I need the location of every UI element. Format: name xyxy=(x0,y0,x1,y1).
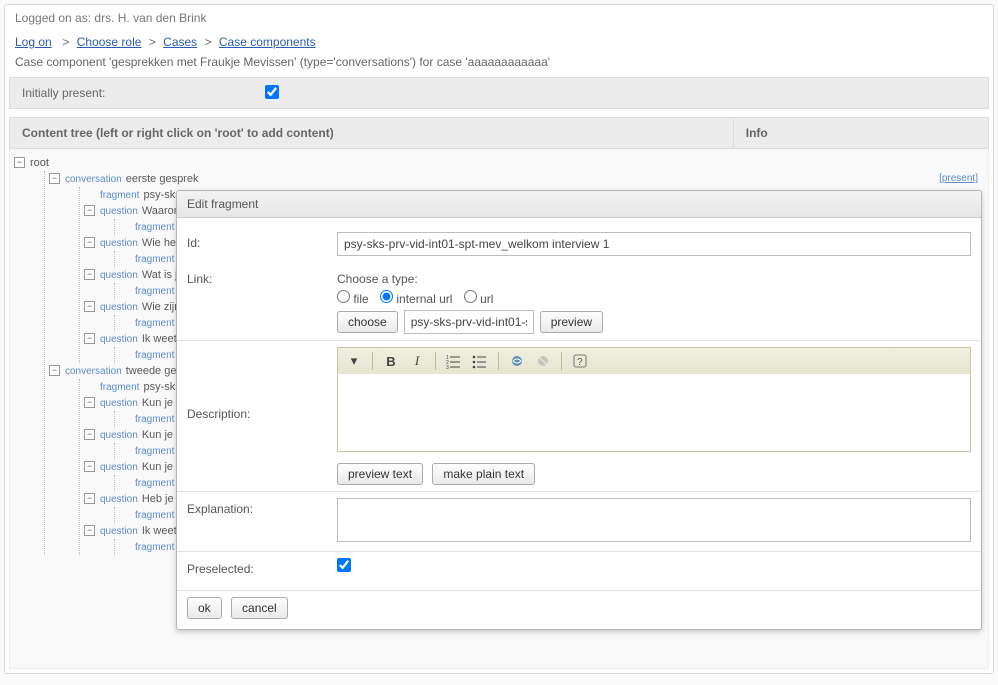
info-header: Info xyxy=(734,118,988,148)
logged-on-label: Logged on as: drs. H. van den Brink xyxy=(5,5,993,31)
tree-item-type: fragment xyxy=(100,190,139,201)
link-value-input[interactable] xyxy=(404,310,534,334)
tree-item-type: question xyxy=(100,334,138,345)
preselected-checkbox[interactable] xyxy=(337,558,351,572)
ok-button[interactable]: ok xyxy=(187,597,222,619)
preview-text-button[interactable]: preview text xyxy=(337,463,423,485)
collapse-icon[interactable]: − xyxy=(84,301,95,312)
bold-icon[interactable]: B xyxy=(381,351,401,371)
collapse-icon[interactable]: − xyxy=(84,461,95,472)
link-type-url-radio[interactable] xyxy=(464,290,477,303)
explanation-textarea[interactable] xyxy=(337,498,971,542)
id-label: Id: xyxy=(187,232,337,250)
tree-item-type: fragment xyxy=(135,542,174,553)
tree-item-type: fragment xyxy=(135,318,174,329)
description-textarea[interactable] xyxy=(337,374,971,452)
svg-text:3: 3 xyxy=(446,365,449,369)
content-tree-header: Content tree (left or right click on 'ro… xyxy=(10,118,734,148)
tree-item-type: conversation xyxy=(65,174,122,185)
rte-dropdown-icon[interactable]: ▾ xyxy=(344,351,364,371)
collapse-icon[interactable]: − xyxy=(84,429,95,440)
collapse-icon[interactable]: − xyxy=(84,269,95,280)
tree-item[interactable]: conversation eerste gesprek xyxy=(65,173,984,185)
unlink-icon[interactable] xyxy=(533,351,553,371)
breadcrumb-choose-role[interactable]: Choose role xyxy=(77,35,142,49)
tree-item-type: fragment xyxy=(135,510,174,521)
breadcrumb: Log on > Choose role > Cases > Case comp… xyxy=(5,31,993,53)
tree-item-type: question xyxy=(100,462,138,473)
collapse-icon[interactable]: − xyxy=(84,237,95,248)
tree-item-title: eerste gesprek xyxy=(126,173,199,185)
id-input[interactable] xyxy=(337,232,971,256)
status-present[interactable]: [present] xyxy=(939,173,978,184)
tree-item-type: question xyxy=(100,526,138,537)
tree-item-type: question xyxy=(100,238,138,249)
collapse-icon[interactable]: − xyxy=(84,333,95,344)
description-label: Description: xyxy=(187,347,337,421)
breadcrumb-components[interactable]: Case components xyxy=(219,35,316,49)
explanation-label: Explanation: xyxy=(187,498,337,516)
tree-item-type: question xyxy=(100,270,138,281)
initially-present-label: Initially present: xyxy=(10,78,117,108)
collapse-icon[interactable]: − xyxy=(84,205,95,216)
collapse-icon[interactable]: − xyxy=(84,525,95,536)
choose-button[interactable]: choose xyxy=(337,311,398,333)
rte-toolbar: ▾ B I 123 xyxy=(337,347,971,374)
page-subtitle: Case component 'gesprekken met Fraukje M… xyxy=(5,53,993,77)
tree-root[interactable]: root xyxy=(30,157,984,169)
link-type-url-label: url xyxy=(480,292,493,306)
tree-item-type: fragment xyxy=(100,382,139,393)
initially-present-checkbox[interactable] xyxy=(265,85,279,99)
link-type-internal-label: internal url xyxy=(396,292,452,306)
collapse-icon[interactable]: − xyxy=(84,493,95,504)
italic-icon[interactable]: I xyxy=(407,351,427,371)
breadcrumb-cases[interactable]: Cases xyxy=(163,35,197,49)
ordered-list-icon[interactable]: 123 xyxy=(444,351,464,371)
collapse-icon[interactable]: − xyxy=(84,397,95,408)
help-icon[interactable]: ? xyxy=(570,351,590,371)
breadcrumb-logon[interactable]: Log on xyxy=(15,35,52,49)
tree-item-type: question xyxy=(100,494,138,505)
tree-item-title: tweede ges xyxy=(126,365,182,377)
link-type-file-radio[interactable] xyxy=(337,290,350,303)
preselected-label: Preselected: xyxy=(187,558,337,576)
edit-fragment-dialog: Edit fragment Id: Link: Choose a type: f… xyxy=(176,190,982,630)
tree-item-type: fragment xyxy=(135,414,174,425)
link-type-file-label: file xyxy=(353,292,368,306)
tree-item-type: question xyxy=(100,206,138,217)
tree-item-type: question xyxy=(100,430,138,441)
preview-button[interactable]: preview xyxy=(540,311,603,333)
tree-item-type: fragment xyxy=(135,286,174,297)
tree-item-type: conversation xyxy=(65,366,122,377)
collapse-icon[interactable]: − xyxy=(14,157,25,168)
svg-text:?: ? xyxy=(577,357,583,368)
cancel-button[interactable]: cancel xyxy=(231,597,288,619)
tree-item-type: question xyxy=(100,302,138,313)
tree-item-type: fragment xyxy=(135,350,174,361)
link-type-internal-radio[interactable] xyxy=(380,290,393,303)
link-label: Link: xyxy=(187,268,337,286)
tree-item-type: fragment xyxy=(135,478,174,489)
choose-type-label: Choose a type: xyxy=(337,272,418,286)
tree-item-type: fragment xyxy=(135,446,174,457)
link-icon[interactable] xyxy=(507,351,527,371)
dialog-title: Edit fragment xyxy=(177,191,981,218)
make-plain-text-button[interactable]: make plain text xyxy=(432,463,535,485)
tree-item-type: fragment xyxy=(135,254,174,265)
collapse-icon[interactable]: − xyxy=(49,365,60,376)
unordered-list-icon[interactable] xyxy=(470,351,490,371)
tree-item-type: fragment xyxy=(135,222,174,233)
tree-item-type: question xyxy=(100,398,138,409)
collapse-icon[interactable]: − xyxy=(49,173,60,184)
